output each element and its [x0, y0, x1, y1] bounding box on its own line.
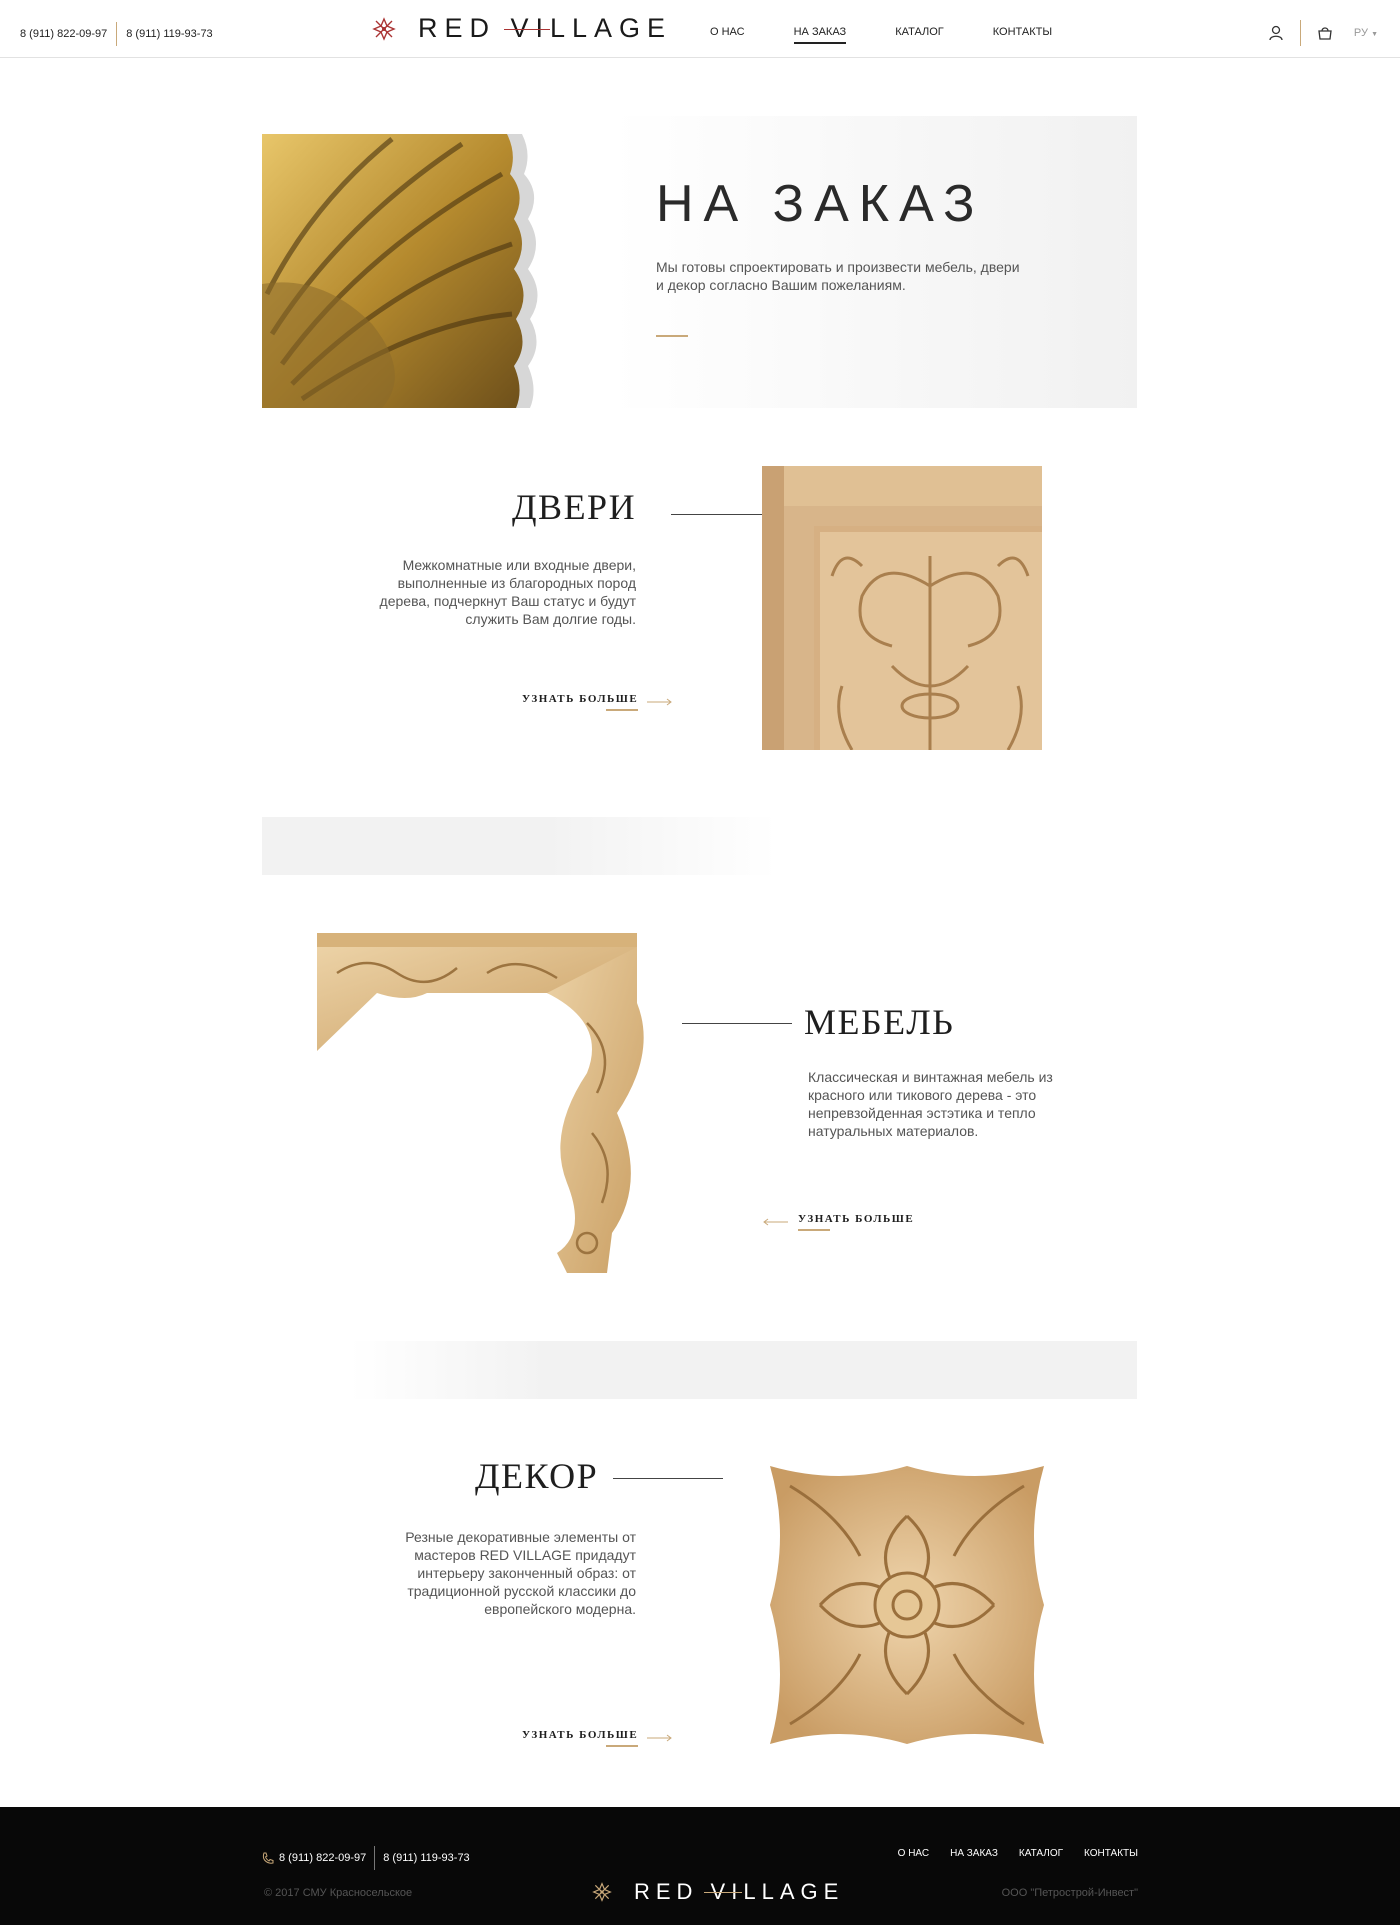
site-logo[interactable]: RED VILLAGE: [372, 13, 672, 44]
hero-banner: НА ЗАКАЗ Мы готовы спроектировать и прои…: [262, 116, 1137, 408]
divider-band-2: [350, 1341, 1137, 1399]
nav-item-about[interactable]: О НАС: [710, 26, 745, 44]
gilded-carving-image: [262, 134, 538, 408]
hero-accent-dash: [656, 335, 688, 337]
footer-nav-custom-order[interactable]: НА ЗАКАЗ: [950, 1848, 998, 1859]
footer-phones: 8 (911) 822-09-97 8 (911) 119-93-73: [262, 1846, 470, 1870]
phone-2[interactable]: 8 (911) 119-93-73: [126, 28, 212, 40]
footer-nav-catalog[interactable]: КАТАЛОГ: [1019, 1848, 1063, 1859]
decor-learn-more-link[interactable]: УЗНАТЬ БОЛЬШЕ: [522, 1729, 673, 1747]
phone-separator: [116, 22, 118, 46]
decor-title: ДЕКОР: [475, 1456, 599, 1496]
actions-separator: [1299, 20, 1301, 46]
footer-logo-strike-line: [704, 1892, 742, 1893]
phone-1[interactable]: 8 (911) 822-09-97: [20, 28, 107, 40]
doors-description: Межкомнатные или входные двери, выполнен…: [379, 557, 636, 627]
header-actions: РУ ▼: [1267, 20, 1378, 46]
footer-company: ООО "Петрострой-Инвест": [1001, 1887, 1138, 1899]
footer-nav-about[interactable]: О НАС: [898, 1848, 929, 1859]
footer-nav: О НАС НА ЗАКАЗ КАТАЛОГ КОНТАКТЫ: [877, 1848, 1138, 1859]
ornament-mark-icon: [372, 16, 396, 41]
nav-item-catalog[interactable]: КАТАЛОГ: [895, 26, 944, 44]
logo-text-value: RED VILLAGE: [418, 13, 673, 43]
decor-title-line: [613, 1478, 723, 1479]
footer-nav-contacts[interactable]: КОНТАКТЫ: [1084, 1848, 1138, 1859]
main-nav: О НАС НА ЗАКАЗ КАТАЛОГ КОНТАКТЫ: [710, 26, 1101, 44]
hero-description: Мы готовы спроектировать и произвести ме…: [656, 259, 1020, 293]
doors-title: ДВЕРИ: [512, 487, 637, 527]
hero-title: НА ЗАКАЗ: [656, 175, 985, 233]
arrow-right-icon: [647, 698, 673, 706]
phone-icon: [262, 1852, 274, 1864]
cart-icon[interactable]: [1316, 24, 1334, 42]
decor-description: Резные декоративные элементы от мастеров…: [405, 1529, 636, 1617]
site-footer: 8 (911) 822-09-97 8 (911) 119-93-73 О НА…: [0, 1807, 1400, 1925]
furniture-title-line: [682, 1023, 792, 1024]
arrow-right-icon: [647, 1734, 673, 1742]
furniture-title: МЕБЕЛЬ: [804, 1002, 955, 1042]
footer-phone-separator: [374, 1846, 376, 1870]
nav-item-contacts[interactable]: КОНТАКТЫ: [993, 26, 1052, 44]
carved-console-table-image: [317, 933, 644, 1273]
logo-strike-line: [504, 29, 550, 30]
logo-text: RED VILLAGE: [418, 13, 672, 44]
language-value: РУ: [1353, 27, 1368, 39]
arrow-left-icon: [763, 1218, 788, 1226]
footer-copyright: © 2017 СМУ Красносельское: [264, 1887, 413, 1899]
user-icon[interactable]: [1267, 24, 1285, 42]
footer-phone-1[interactable]: 8 (911) 822-09-97: [279, 1852, 366, 1864]
furniture-learn-more-label: УЗНАТЬ БОЛЬШЕ: [798, 1213, 914, 1231]
language-select[interactable]: РУ ▼: [1354, 27, 1378, 39]
furniture-learn-more-link[interactable]: УЗНАТЬ БОЛЬШЕ: [762, 1213, 914, 1231]
furniture-description: Классическая и винтажная мебель из красн…: [808, 1069, 1053, 1139]
footer-logo-text: RED VILLAGE: [634, 1879, 844, 1905]
chevron-down-icon: ▼: [1371, 31, 1378, 38]
ornament-mark-icon: [592, 1882, 612, 1902]
footer-phone-2[interactable]: 8 (911) 119-93-73: [383, 1852, 469, 1864]
footer-logo[interactable]: RED VILLAGE: [592, 1879, 844, 1905]
nav-item-custom-order[interactable]: НА ЗАКАЗ: [793, 26, 846, 44]
doors-learn-more-link[interactable]: УЗНАТЬ БОЛЬШЕ: [522, 693, 673, 711]
carved-door-image: [762, 466, 1042, 750]
header-phones: 8 (911) 822-09-97 8 (911) 119-93-73: [20, 22, 213, 46]
decor-learn-more-label: УЗНАТЬ БОЛЬШЕ: [522, 1729, 639, 1747]
doors-learn-more-label: УЗНАТЬ БОЛЬШЕ: [522, 693, 639, 711]
site-header: 8 (911) 822-09-97 8 (911) 119-93-73 RED …: [0, 0, 1400, 58]
divider-band-1: [262, 817, 777, 875]
carved-rosette-image: [770, 1466, 1044, 1744]
